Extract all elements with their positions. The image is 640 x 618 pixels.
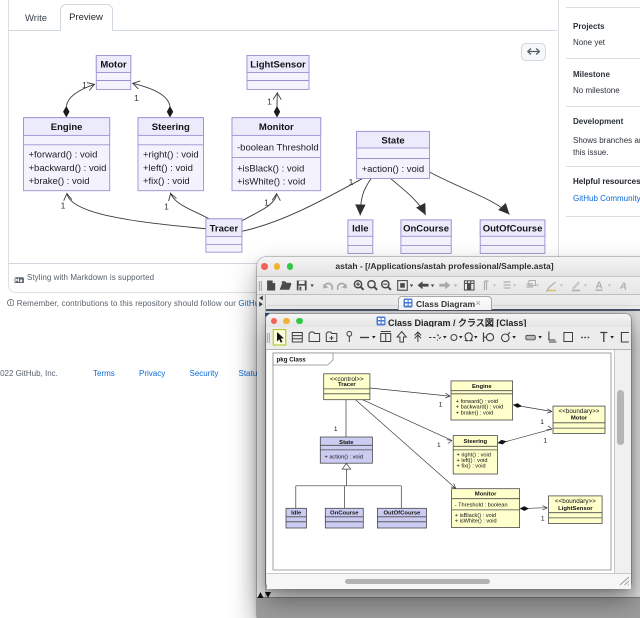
svg-text:Steering: Steering — [152, 122, 190, 133]
svg-text:State: State — [381, 135, 404, 146]
svg-text:- Threshold : boolean: - Threshold : boolean — [454, 502, 507, 508]
svg-text:+ backward() : void: + backward() : void — [455, 404, 502, 410]
svg-text:Monitor: Monitor — [259, 122, 294, 133]
svg-text:+backward() : void: +backward() : void — [29, 163, 107, 174]
svg-text:OutOfCourse: OutOfCourse — [383, 510, 421, 516]
svg-text:LightSensor: LightSensor — [250, 60, 306, 71]
svg-text:Steering: Steering — [463, 439, 487, 445]
svg-text:OnCourse: OnCourse — [403, 224, 449, 235]
svg-text:OutOfCourse: OutOfCourse — [483, 224, 543, 235]
svg-text:+ fix() : void: + fix() : void — [456, 463, 485, 469]
svg-text:Tracer: Tracer — [210, 223, 239, 234]
svg-text:+action() : void: +action() : void — [362, 164, 425, 175]
svg-text:+ action() : void: + action() : void — [324, 454, 362, 460]
svg-text:Motor: Motor — [570, 415, 587, 421]
svg-text:+isBlack() : void: +isBlack() : void — [237, 163, 304, 174]
svg-text:LightSensor: LightSensor — [558, 506, 593, 512]
svg-text:<<boundary>>: <<boundary>> — [558, 408, 599, 415]
svg-text:1: 1 — [134, 93, 139, 103]
svg-text:1: 1 — [349, 177, 354, 187]
svg-text:pkg Class: pkg Class — [276, 356, 306, 363]
svg-text:1: 1 — [264, 198, 269, 208]
svg-text:1: 1 — [164, 202, 169, 212]
svg-text:OnCourse: OnCourse — [330, 510, 359, 516]
svg-text:Tracer: Tracer — [337, 381, 355, 387]
svg-text:Monitor: Monitor — [474, 491, 496, 497]
svg-text:Engine: Engine — [51, 122, 83, 133]
svg-text:1: 1 — [438, 401, 442, 408]
svg-text:Engine: Engine — [471, 384, 491, 390]
svg-text:1: 1 — [61, 201, 66, 211]
svg-text:<<boundary>>: <<boundary>> — [554, 498, 595, 505]
svg-text:+forward() : void: +forward() : void — [29, 149, 98, 160]
svg-text:1: 1 — [333, 426, 337, 433]
svg-text:1: 1 — [540, 419, 544, 426]
svg-text:Motor: Motor — [100, 60, 127, 71]
svg-text:+brake() : void: +brake() : void — [29, 176, 90, 187]
svg-text:Idle: Idle — [352, 224, 368, 235]
svg-text:1: 1 — [540, 515, 544, 522]
svg-text:1: 1 — [436, 442, 440, 449]
svg-text:+right() : void: +right() : void — [143, 149, 199, 160]
svg-text:+left() : void: +left() : void — [143, 163, 193, 174]
svg-text:Idle: Idle — [291, 510, 302, 516]
svg-text:+ isWhite() : void: + isWhite() : void — [454, 518, 496, 524]
svg-text:+isWhite() : void: +isWhite() : void — [237, 177, 305, 188]
svg-text:+fix() : void: +fix() : void — [143, 176, 190, 187]
svg-text:+ brake() : void: + brake() : void — [455, 410, 492, 416]
svg-text:1: 1 — [543, 437, 547, 444]
svg-text:A: A — [618, 280, 627, 292]
svg-text:1: 1 — [82, 80, 87, 90]
svg-text:-boolean Threshold: -boolean Threshold — [237, 143, 319, 154]
svg-text:1: 1 — [267, 97, 272, 107]
